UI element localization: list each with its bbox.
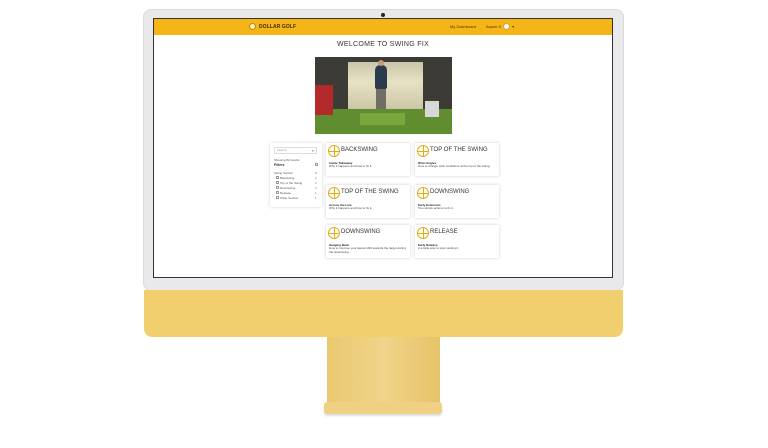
- search-placeholder: Search: [277, 148, 287, 152]
- crosshair-icon: [417, 227, 429, 239]
- filter-label-downswing[interactable]: Downswing: [280, 186, 295, 190]
- page-title: WELCOME TO SWING FIX: [336, 41, 430, 48]
- lesson-card[interactable]: TOP OF THE SWING Wrist Angles How to cha…: [415, 143, 499, 176]
- card-title: TOP OF THE SWING: [341, 189, 399, 195]
- golf-bag-image: [315, 85, 333, 115]
- site-header: DOLLAR GOLF My Dashboard Aspen S ▾: [154, 19, 612, 35]
- card-description: Why it happens and how to fix it.: [329, 206, 373, 210]
- swing-section-group[interactable]: Swing Section: [274, 171, 293, 175]
- filter-label-release[interactable]: Release: [280, 191, 291, 195]
- filter-checkbox-top[interactable]: [276, 181, 279, 184]
- card-description: How to change wrist conditions at the to…: [418, 164, 491, 168]
- filter-checkbox-downswing[interactable]: [276, 186, 279, 189]
- filter-count-other: 1: [315, 196, 317, 200]
- crosshair-icon: [328, 187, 340, 199]
- results-count: Showing 82 results: [274, 158, 300, 162]
- card-title: RELEASE: [430, 229, 458, 235]
- filter-count-top: 2: [315, 181, 317, 185]
- filter-sidebar: Search ⌕ Showing 82 results Filters Swin…: [270, 143, 322, 207]
- crosshair-icon: [417, 187, 429, 199]
- filter-label-backswing[interactable]: Backswing: [280, 176, 294, 180]
- lesson-card[interactable]: RELEASE Early Release A simple way to st…: [415, 225, 499, 258]
- card-title: DOWNSWING: [341, 229, 381, 235]
- chevron-down-icon: ▾: [512, 24, 515, 29]
- filters-toggle[interactable]: [315, 163, 318, 166]
- golf-bag-white-image: [425, 101, 439, 117]
- filter-checkbox-backswing[interactable]: [276, 176, 279, 179]
- lesson-card[interactable]: TOP OF THE SWING Across the Line Why it …: [326, 185, 410, 218]
- lesson-card[interactable]: BACKSWING Inside Takeaway Why it happens…: [326, 143, 410, 176]
- search-icon[interactable]: ⌕: [312, 149, 314, 153]
- card-title: TOP OF THE SWING: [430, 147, 488, 153]
- card-description: A simple way to stop casting it.: [418, 246, 459, 250]
- user-name: Aspen S: [486, 24, 502, 29]
- brand-name: DOLLAR GOLF: [259, 23, 297, 30]
- card-description: Why it happens and how to fix it.: [329, 164, 373, 168]
- golf-ball-icon: [249, 23, 256, 30]
- card-title: DOWNSWING: [430, 189, 470, 195]
- brand-logo[interactable]: DOLLAR GOLF: [249, 23, 296, 30]
- avatar: [503, 23, 511, 30]
- card-description: How to improve your lateral shift toward…: [329, 246, 406, 254]
- golfer-legs-image: [376, 89, 386, 109]
- filters-heading: Filters: [274, 163, 285, 167]
- group-count: 8: [315, 171, 317, 175]
- crosshair-icon: [328, 227, 340, 239]
- browser-screen: DOLLAR GOLF My Dashboard Aspen S ▾ WELCO…: [153, 18, 613, 278]
- golfer-head-image: [378, 60, 384, 66]
- hitting-mat-image: [360, 113, 405, 125]
- filter-label-other[interactable]: Other Section: [280, 196, 298, 200]
- filter-checkbox-release[interactable]: [276, 191, 279, 194]
- intro-video[interactable]: [315, 57, 452, 134]
- crosshair-icon: [417, 145, 429, 157]
- crosshair-icon: [328, 145, 340, 157]
- filter-checkbox-other[interactable]: [276, 196, 279, 199]
- card-title: BACKSWING: [341, 147, 378, 153]
- nav-dashboard-link[interactable]: My Dashboard: [450, 24, 476, 29]
- monitor-foot: [324, 402, 442, 414]
- golfer-image: [375, 65, 387, 89]
- search-input[interactable]: Search ⌕: [274, 147, 317, 154]
- user-menu[interactable]: Aspen S ▾: [486, 23, 514, 30]
- monitor-stand: [327, 337, 440, 405]
- card-description: Two simple actions to fix it.: [418, 206, 454, 210]
- filter-label-top[interactable]: Top of the Swing: [280, 181, 302, 185]
- monitor-chin: [144, 290, 623, 337]
- camera-dot: [381, 13, 385, 17]
- filter-count-release: 1: [315, 191, 317, 195]
- filter-count-downswing: 2: [315, 186, 317, 190]
- filter-count-backswing: 2: [315, 176, 317, 180]
- lesson-card[interactable]: DOWNSWING Hanging Back How to improve yo…: [326, 225, 410, 258]
- lesson-card[interactable]: DOWNSWING Early Extension Two simple act…: [415, 185, 499, 218]
